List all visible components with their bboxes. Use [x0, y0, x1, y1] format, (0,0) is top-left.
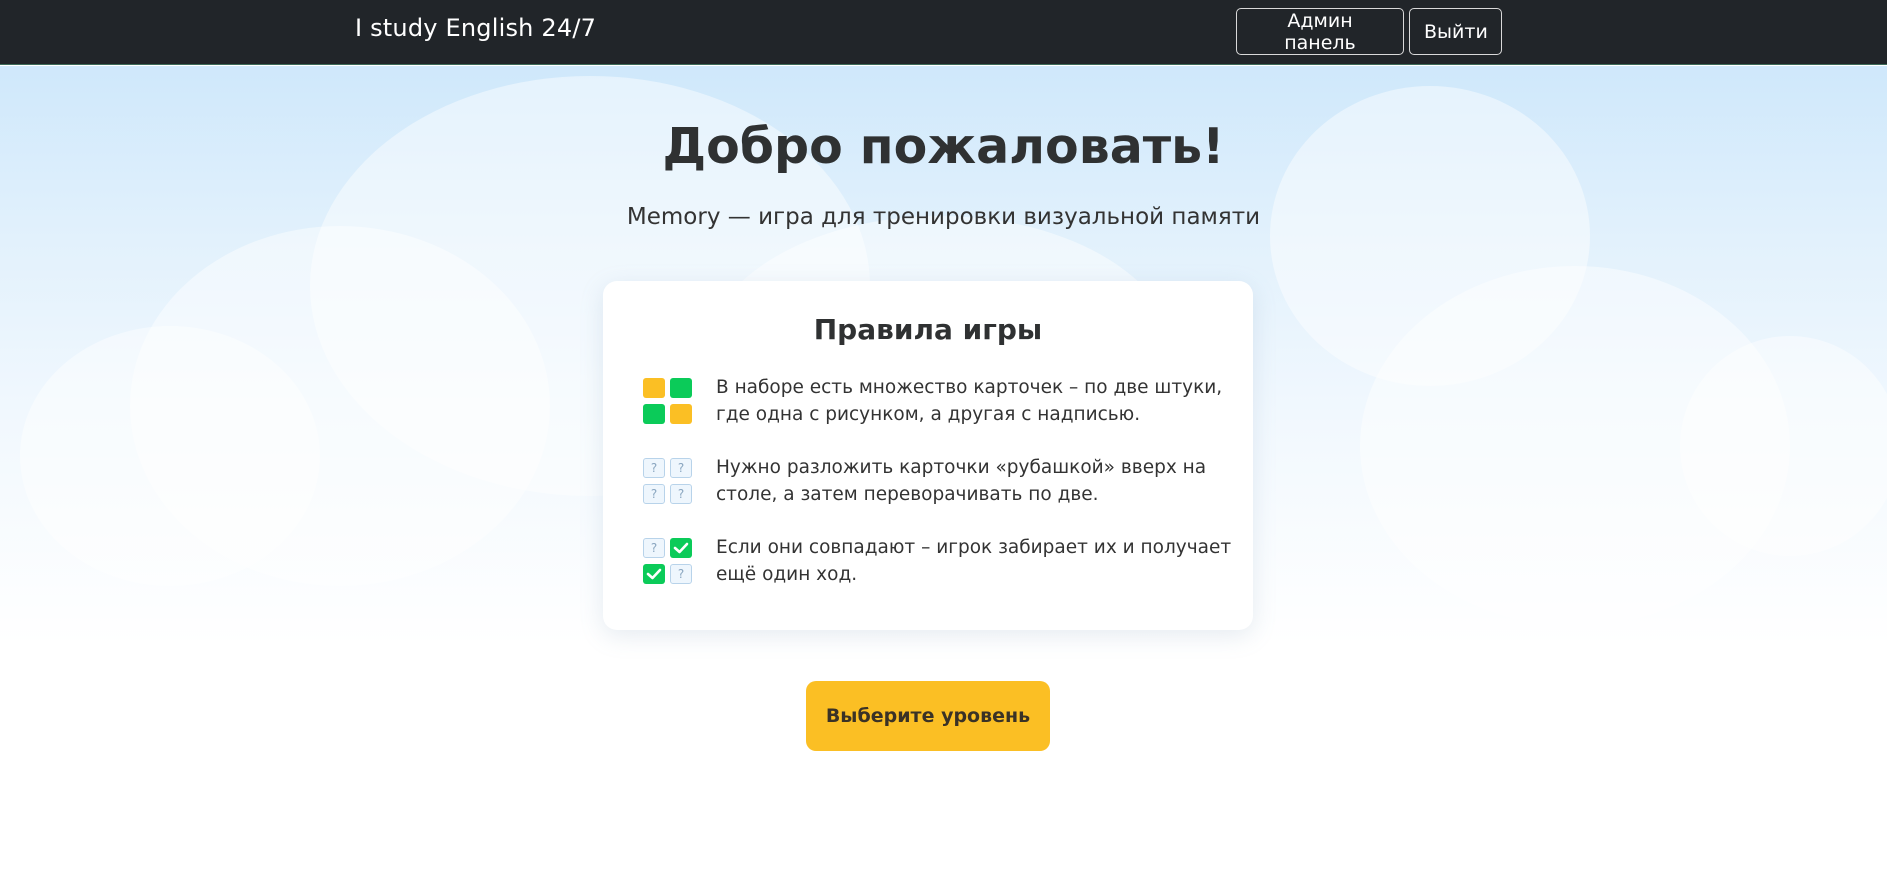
logout-button[interactable]: Выйти: [1409, 8, 1502, 55]
cloud-decoration: [1680, 336, 1887, 556]
color-cards-icon: [643, 378, 695, 426]
rule-text: Нужно разложить карточки «рубашкой» ввер…: [716, 457, 1207, 505]
checkmark-icon: [670, 538, 692, 558]
face-down-cards-icon: ? ? ? ?: [643, 458, 695, 506]
rule-text: В наборе есть множество карточек – по дв…: [716, 377, 1223, 425]
choose-level-button[interactable]: Выберите уровень: [806, 681, 1050, 751]
cloud-decoration: [20, 326, 320, 586]
rules-title: Правила игры: [813, 313, 1043, 346]
admin-panel-button[interactable]: Админ панель: [1236, 8, 1404, 55]
checkmark-icon: [643, 564, 665, 584]
rule-item: ? ? ? ? Нужно разложить карточки «рубашк…: [643, 454, 1223, 514]
page-title: Добро пожаловать!: [662, 118, 1225, 175]
brand-title[interactable]: I study English 24/7: [355, 14, 596, 42]
rule-text: Если они совпадают – игрок забирает их и…: [716, 537, 1232, 585]
page-subtitle: Memory — игра для тренировки визуальной …: [626, 204, 1261, 230]
rules-card: Правила игры В наборе есть множество кар…: [603, 281, 1253, 630]
rule-item: ? ? Если они совпадают – игрок забирает …: [643, 534, 1231, 594]
rule-item: В наборе есть множество карточек – по дв…: [643, 374, 1223, 434]
matched-cards-icon: ? ?: [643, 538, 695, 586]
top-navbar: I study English 24/7 Админ панель Выйти: [0, 0, 1887, 65]
